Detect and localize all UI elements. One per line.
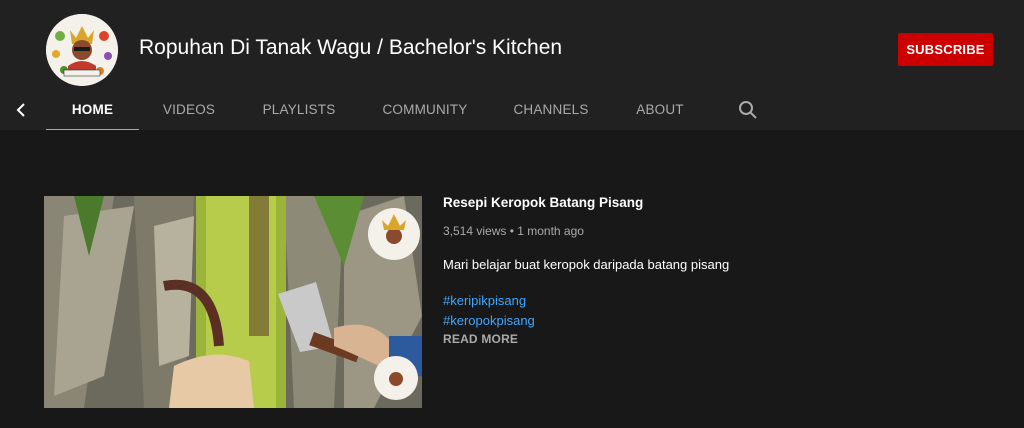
featured-video-title[interactable]: Resepi Keropok Batang Pisang [443,195,643,210]
tab-videos[interactable]: VIDEOS [150,88,228,130]
channel-avatar[interactable] [46,14,118,86]
chevron-left-icon[interactable] [10,100,32,120]
channel-tabs: HOME VIDEOS PLAYLISTS COMMUNITY CHANNELS… [0,88,1024,131]
featured-video-thumbnail[interactable] [44,196,422,408]
hashtag-link[interactable]: #keropokpisang [443,313,535,328]
featured-video-meta: 3,514 views • 1 month ago [443,224,584,238]
tab-playlists[interactable]: PLAYLISTS [250,88,348,130]
hashtag-link[interactable]: #keripikpisang [443,293,526,308]
channel-name: Ropuhan Di Tanak Wagu / Bachelor's Kitch… [139,36,563,59]
home-content: Resepi Keropok Batang Pisang 3,514 views… [0,130,1024,428]
search-icon[interactable] [737,99,759,121]
chef-mascot-logo [46,14,118,86]
tab-home[interactable]: HOME [46,88,139,131]
banana-stem-thumbnail-image [44,196,422,408]
tab-community[interactable]: COMMUNITY [375,88,475,130]
subscribe-button[interactable]: SUBSCRIBE [898,33,993,66]
read-more-button[interactable]: READ MORE [443,332,518,346]
tab-channels[interactable]: CHANNELS [505,88,597,130]
featured-video-description: Mari belajar buat keropok daripada batan… [443,257,730,272]
tab-about[interactable]: ABOUT [625,88,695,130]
channel-header: Ropuhan Di Tanak Wagu / Bachelor's Kitch… [0,0,1024,131]
